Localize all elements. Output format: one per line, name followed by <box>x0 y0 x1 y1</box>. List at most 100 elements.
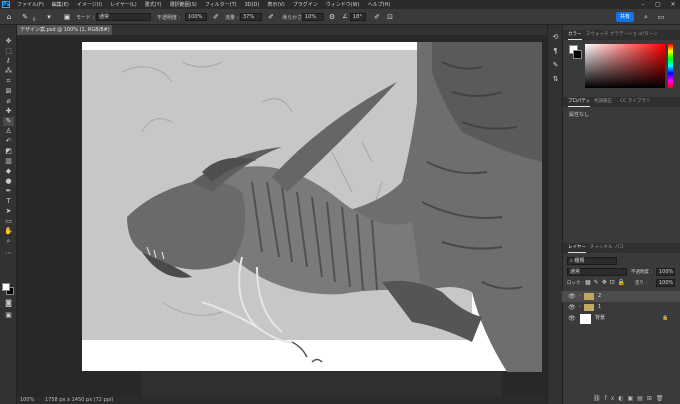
fill-label: 塗り : <box>635 281 647 286</box>
pen-tool-icon[interactable]: ✒ <box>3 187 14 196</box>
dodge-tool-icon[interactable]: ● <box>3 177 14 186</box>
path-select-tool-icon[interactable]: ➤ <box>3 207 14 216</box>
brush-tool-icon[interactable]: ✎ <box>3 117 14 126</box>
layer-row[interactable]: 👁 › 1 <box>562 302 680 313</box>
lock-icons[interactable]: ▦✎✥⊡🔒 <box>585 279 628 286</box>
zoom-tool-icon[interactable]: ⌕ <box>3 237 14 246</box>
menu-file[interactable]: ファイル(F) <box>13 1 48 8</box>
crop-tool-icon[interactable]: ⌗ <box>3 77 14 86</box>
brush-preset-icon[interactable]: ✎ <box>20 12 30 22</box>
symmetry-icon[interactable]: ⊡ <box>385 12 395 22</box>
menu-type[interactable]: 書式(Y) <box>141 1 166 8</box>
paragraph-icon[interactable]: ¶ <box>551 47 560 56</box>
move-tool-icon[interactable]: ✥ <box>3 37 14 46</box>
smoothing-input[interactable]: 10% <box>302 13 324 21</box>
tab-properties[interactable]: プロパティ <box>568 97 591 107</box>
history-icon[interactable]: ⟲ <box>551 33 560 42</box>
opacity-input[interactable]: 100% <box>185 13 207 21</box>
layer-name[interactable]: 2 <box>598 291 601 302</box>
tab-gradients[interactable]: グラデーション <box>610 30 641 40</box>
fill-input[interactable]: 100% <box>656 279 675 287</box>
panel-background-swatch[interactable] <box>573 50 582 59</box>
quick-mask-icon[interactable]: ◙ <box>3 299 14 308</box>
airbrush-icon[interactable]: ✐ <box>266 12 276 22</box>
layer-thumbnail <box>580 314 591 324</box>
brush-settings-icon[interactable]: ▣ <box>62 12 72 22</box>
layer-filter-label: 種類 <box>574 258 585 264</box>
eyedropper-tool-icon[interactable]: ⌀ <box>3 97 14 106</box>
layer-row[interactable]: 👁 › 2 <box>562 291 680 302</box>
blur-tool-icon[interactable]: ◆ <box>3 167 14 176</box>
layer-name[interactable]: 背景 <box>595 313 605 324</box>
tab-adjustments[interactable]: 色調補正 <box>594 97 612 107</box>
options-bar: ⌂ ✎ 6 ▾ ▣ モード : 通常 不透明度 : 100% ✐ 流量 : 37… <box>0 9 680 25</box>
layer-name[interactable]: 1 <box>598 302 601 313</box>
eye-icon[interactable]: 👁 <box>568 302 576 313</box>
lasso-tool-icon[interactable]: ℓ <box>3 57 14 66</box>
frame-tool-icon[interactable]: ⊠ <box>3 87 14 96</box>
layer-actions-icons[interactable]: ⛓fx◐▣▤⊞🗑 <box>593 395 668 402</box>
search-icon[interactable]: ⌕ <box>641 12 651 22</box>
clone-stamp-tool-icon[interactable]: ♙ <box>3 127 14 136</box>
menu-edit[interactable]: 編集(E) <box>48 1 73 8</box>
more-tools-icon[interactable]: ⋯ <box>3 249 14 258</box>
close-icon[interactable]: ✕ <box>666 0 680 9</box>
minimize-icon[interactable]: – <box>636 0 650 9</box>
menu-image[interactable]: イメージ(I) <box>73 1 106 8</box>
angle-input[interactable]: 18° <box>350 13 366 21</box>
menu-filter[interactable]: フィルター(T) <box>201 1 241 8</box>
adjustments-icon[interactable]: ⇅ <box>551 75 560 84</box>
color-panel-tabs: カラー スウォッチ グラデーション パターン <box>563 30 680 40</box>
tab-color[interactable]: カラー <box>568 30 582 40</box>
home-icon[interactable]: ⌂ <box>4 12 14 22</box>
color-field[interactable] <box>585 44 665 88</box>
layer-opacity-input[interactable]: 100% <box>656 268 675 276</box>
tab-channels[interactable]: チャンネル <box>590 243 612 253</box>
menu-select[interactable]: 選択範囲(S) <box>166 1 201 8</box>
chevron-down-icon[interactable]: ▾ <box>44 12 54 22</box>
expand-chevron-icon[interactable]: › <box>579 291 581 302</box>
document-tab[interactable]: デザイン案.psd @ 100% (1, RGB/8#) * <box>17 25 112 43</box>
hand-tool-icon[interactable]: ✋ <box>3 227 14 236</box>
menu-layer[interactable]: レイヤー(L) <box>106 1 141 8</box>
tab-libraries[interactable]: CC ライブラリ <box>620 97 650 107</box>
gradient-tool-icon[interactable]: ▥ <box>3 157 14 166</box>
eraser-tool-icon[interactable]: ◩ <box>3 147 14 156</box>
pressure-opacity-icon[interactable]: ✐ <box>211 12 221 22</box>
gear-icon[interactable]: ⚙ <box>327 12 337 22</box>
menu-help[interactable]: ヘルプ(H) <box>364 1 395 8</box>
mode-select[interactable]: 通常 <box>96 13 151 21</box>
tab-layers[interactable]: レイヤー <box>568 243 586 253</box>
layer-filter-select[interactable]: ⌕ 種類 <box>567 257 617 265</box>
healing-brush-tool-icon[interactable]: ✚ <box>3 107 14 116</box>
menu-view[interactable]: 表示(V) <box>263 1 288 8</box>
flow-input[interactable]: 37% <box>240 13 262 21</box>
history-brush-tool-icon[interactable]: ↶ <box>3 137 14 146</box>
expand-chevron-icon[interactable]: › <box>579 302 581 313</box>
screen-mode-icon[interactable]: ▣ <box>3 311 14 320</box>
foreground-color-swatch[interactable] <box>2 283 10 291</box>
layer-row[interactable]: 👁 背景 🔒 <box>562 313 680 325</box>
tab-swatches[interactable]: スウォッチ <box>586 30 609 40</box>
menu-plugins[interactable]: プラグイン <box>289 1 322 8</box>
zoom-level[interactable]: 100% <box>20 397 34 404</box>
eye-icon[interactable]: 👁 <box>568 291 576 302</box>
share-button[interactable]: 共有 <box>616 12 634 22</box>
menu-window[interactable]: ウィンドウ(W) <box>322 1 364 8</box>
maximize-icon[interactable]: ▢ <box>651 0 665 9</box>
marquee-tool-icon[interactable]: ⬚ <box>3 47 14 56</box>
tools-panel: ✥ ⬚ ℓ ⁂ ⌗ ⊠ ⌀ ✚ ✎ ♙ ↶ ◩ ▥ ◆ ● ✒ T ➤ ▭ ✋ … <box>0 25 17 404</box>
brush-settings-panel-icon[interactable]: ✎ <box>551 61 560 70</box>
pressure-size-icon[interactable]: ✐ <box>372 12 382 22</box>
menu-3d[interactable]: 3D(D) <box>241 2 264 8</box>
hue-slider[interactable] <box>668 44 673 88</box>
type-tool-icon[interactable]: T <box>3 197 14 206</box>
tab-paths[interactable]: パス <box>615 243 624 253</box>
workspace-icon[interactable]: ▭ <box>656 12 666 22</box>
rectangle-tool-icon[interactable]: ▭ <box>3 217 14 226</box>
eye-icon[interactable]: 👁 <box>568 313 576 324</box>
quick-select-tool-icon[interactable]: ⁂ <box>3 67 14 76</box>
status-bar: 100% 1758 px x 1450 px (72 ppi) <box>17 397 547 404</box>
blend-mode-select[interactable]: 通常 <box>567 268 627 276</box>
tab-patterns[interactable]: パターン <box>640 30 658 40</box>
